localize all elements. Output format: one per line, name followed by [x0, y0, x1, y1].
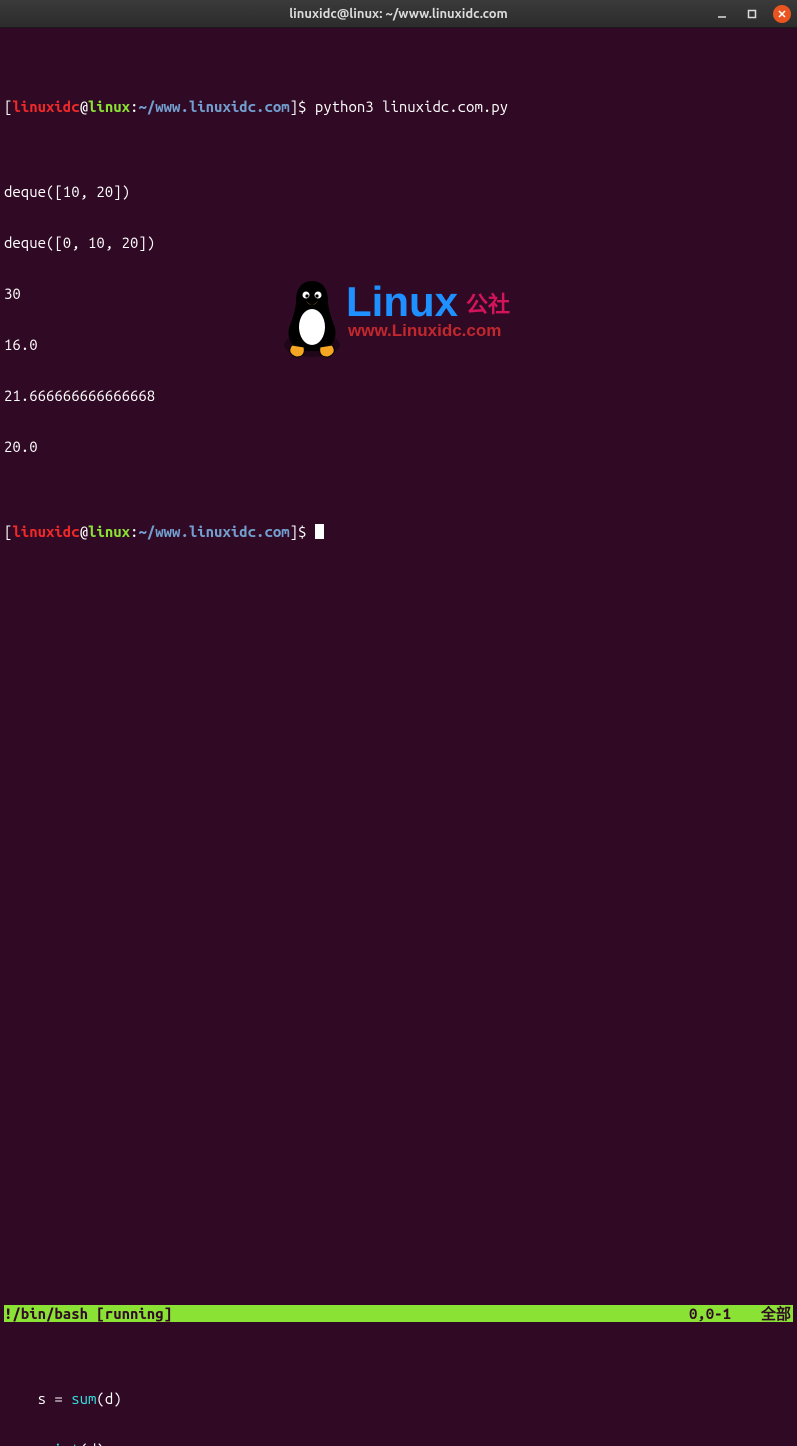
close-button[interactable] [773, 5, 791, 23]
shell-command: python3 linuxidc.com.py [315, 98, 508, 115]
shell-prompt-line: [linuxidc@linux:~/www.linuxidc.com]$ pyt… [4, 98, 793, 115]
code-line: print(d) [4, 1441, 793, 1446]
cursor-block [315, 524, 324, 539]
window-controls [713, 5, 791, 23]
vim-top-status-pos: 0,0-1 [689, 1305, 761, 1322]
terminal-area[interactable]: [linuxidc@linux:~/www.linuxidc.com]$ pyt… [0, 28, 797, 723]
window-titlebar: linuxidc@linux: ~/www.linuxidc.com [0, 0, 797, 28]
prompt-dollar: $ [298, 98, 315, 115]
window-title: linuxidc@linux: ~/www.linuxidc.com [0, 7, 797, 21]
minimize-button[interactable] [713, 5, 731, 23]
shell-prompt-line: [linuxidc@linux:~/www.linuxidc.com]$ [4, 523, 793, 540]
vim-top-status-left: !/bin/bash [running] [4, 1305, 172, 1322]
output-line: 21.666666666666668 [4, 387, 793, 404]
prompt-at: @ [80, 98, 88, 115]
output-line: 20.0 [4, 438, 793, 455]
prompt-host: linux [88, 98, 130, 115]
vim-top-status-right: 全部 [761, 1305, 793, 1322]
vim-top-statusbar: !/bin/bash [running] 0,0-1 全部 [4, 1305, 793, 1322]
output-line: 16.0 [4, 336, 793, 353]
prompt-user: linuxidc [12, 98, 79, 115]
prompt-path: ~/www.linuxidc.com [138, 98, 289, 115]
maximize-button[interactable] [743, 5, 761, 23]
code-line: s = sum(d) [4, 1390, 793, 1407]
output-line: 30 [4, 285, 793, 302]
output-line: deque([10, 20]) [4, 183, 793, 200]
output-line: deque([0, 10, 20]) [4, 234, 793, 251]
prompt-rbracket: ] [290, 98, 298, 115]
